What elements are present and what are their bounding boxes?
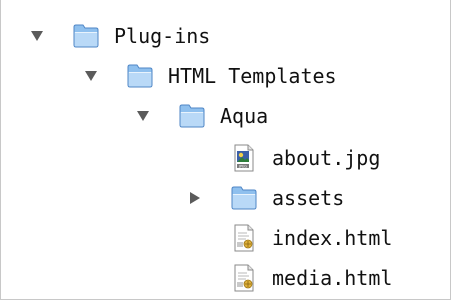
tree-item-label: Aqua (220, 104, 269, 128)
tree-item-label: HTML Templates (168, 64, 337, 88)
disclosure-expanded-icon[interactable] (132, 105, 154, 127)
disclosure-placeholder (184, 267, 206, 289)
disclosure-placeholder (184, 147, 206, 169)
tree-item-label: about.jpg (272, 146, 381, 170)
tree-row-plug-ins[interactable]: Plug-ins (26, 16, 210, 56)
disclosure-expanded-icon[interactable] (26, 25, 48, 47)
tree-row-index-html[interactable]: index.html (184, 218, 392, 258)
folder-icon (72, 22, 100, 50)
html-file-icon (230, 264, 258, 292)
tree-row-aqua[interactable]: Aqua (132, 96, 268, 136)
tree-row-about-jpg[interactable]: JPEG about.jpg (184, 138, 380, 178)
tree-item-label: index.html (272, 226, 393, 250)
disclosure-placeholder (184, 227, 206, 249)
tree-item-label: media.html (272, 266, 393, 290)
tree-row-assets[interactable]: assets (184, 178, 344, 218)
file-tree: Plug-ins HTML Templates Aqua JPEG about.… (0, 0, 451, 300)
disclosure-expanded-icon[interactable] (80, 65, 102, 87)
disclosure-collapsed-icon[interactable] (184, 187, 206, 209)
tree-row-html-templates[interactable]: HTML Templates (80, 56, 337, 96)
html-file-icon (230, 224, 258, 252)
tree-item-label: Plug-ins (114, 24, 211, 48)
folder-icon (126, 62, 154, 90)
folder-icon (230, 184, 258, 212)
tree-item-label: assets (272, 186, 345, 210)
svg-text:JPEG: JPEG (238, 164, 247, 168)
tree-row-media-html[interactable]: media.html (184, 258, 392, 298)
jpg-file-icon: JPEG (230, 144, 258, 172)
folder-icon (178, 102, 206, 130)
